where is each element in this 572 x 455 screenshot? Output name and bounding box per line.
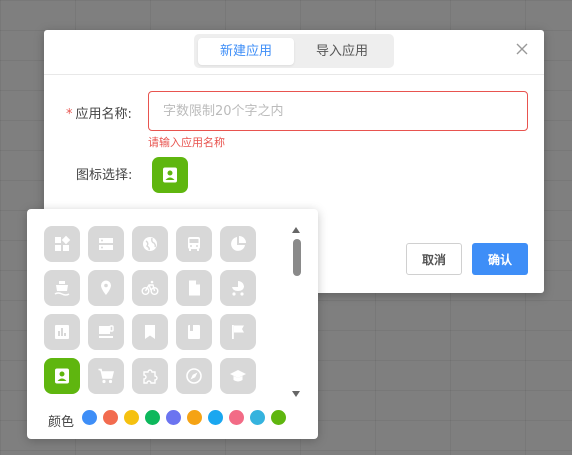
icon-option-bicycle[interactable] [132, 270, 168, 306]
scroll-up-arrow-icon[interactable] [292, 227, 300, 233]
icon-option-compass[interactable] [176, 358, 212, 394]
color-swatch-indigo[interactable] [166, 410, 181, 425]
bookmark-icon [145, 325, 155, 339]
flag-icon [232, 325, 244, 339]
name-label-row: * 应用名称: [66, 103, 132, 122]
name-error-message: 请输入应用名称 [148, 136, 225, 149]
icon-option-widgets[interactable] [44, 226, 80, 262]
icon-option-bar-chart[interactable] [44, 314, 80, 350]
color-label: 颜色 [48, 415, 75, 430]
icon-option-document[interactable] [176, 270, 212, 306]
icon-option-book[interactable] [176, 314, 212, 350]
icon-label: 图标选择: [76, 168, 133, 183]
color-swatch-yellow[interactable] [124, 410, 139, 425]
icon-option-coffee[interactable] [88, 314, 124, 350]
ferry-icon [54, 281, 70, 296]
graduation-cap-icon [230, 370, 246, 382]
color-swatch-pink[interactable] [229, 410, 244, 425]
confirm-button[interactable]: 确认 [472, 243, 528, 275]
close-icon[interactable] [514, 41, 530, 57]
widgets-icon [55, 235, 71, 251]
globe-icon [143, 237, 157, 251]
color-swatch-coral[interactable] [103, 410, 118, 425]
color-swatch-orange[interactable] [187, 410, 202, 425]
scroll-down-arrow-icon[interactable] [292, 391, 300, 397]
required-mark: * [66, 107, 73, 122]
cancel-button[interactable]: 取消 [406, 243, 462, 275]
icon-option-ferry[interactable] [44, 270, 80, 306]
icon-option-puzzle[interactable] [132, 358, 168, 394]
puzzle-icon [143, 369, 158, 384]
coffee-icon [99, 325, 114, 338]
bicycle-icon [141, 280, 159, 295]
location-pin-icon [101, 280, 111, 295]
tab-new-app[interactable]: 新建应用 [198, 37, 294, 65]
icon-option-pie-chart[interactable] [220, 226, 256, 262]
cart-icon [98, 368, 115, 384]
storage-icon [99, 238, 113, 250]
color-swatch-green[interactable] [145, 410, 160, 425]
icon-option-graduation-cap[interactable] [220, 358, 256, 394]
bar-chart-icon [55, 325, 69, 339]
icon-option-location[interactable] [88, 270, 124, 306]
color-swatch-blue[interactable] [82, 410, 97, 425]
icon-picker-popover: 颜色 [27, 209, 318, 439]
color-swatch-cyan[interactable] [250, 410, 265, 425]
icon-option-flag[interactable] [220, 314, 256, 350]
scrollbar-thumb[interactable] [293, 239, 301, 276]
pie-chart-icon [231, 236, 246, 251]
color-swatch-lime[interactable] [271, 410, 286, 425]
icon-option-contact-card[interactable] [44, 358, 80, 394]
icon-option-storage[interactable] [88, 226, 124, 262]
selected-icon-button[interactable] [152, 157, 188, 193]
compass-icon [186, 368, 202, 384]
color-swatch-sky[interactable] [208, 410, 223, 425]
document-icon [189, 280, 200, 296]
icon-option-bus[interactable] [176, 226, 212, 262]
name-label: 应用名称: [75, 107, 132, 122]
app-name-input[interactable] [148, 91, 528, 131]
book-icon [188, 325, 200, 339]
tab-import-app[interactable]: 导入应用 [294, 38, 390, 65]
header-divider [44, 74, 544, 75]
contact-card-icon [163, 167, 177, 183]
icon-option-globe[interactable] [132, 226, 168, 262]
icon-option-stroller[interactable] [220, 270, 256, 306]
contact-card-icon [55, 368, 69, 384]
icon-option-cart[interactable] [88, 358, 124, 394]
bus-icon [188, 237, 200, 251]
mode-tabs: 新建应用 导入应用 [194, 34, 394, 68]
icon-option-bookmark[interactable] [132, 314, 168, 350]
stroller-icon [232, 281, 244, 296]
